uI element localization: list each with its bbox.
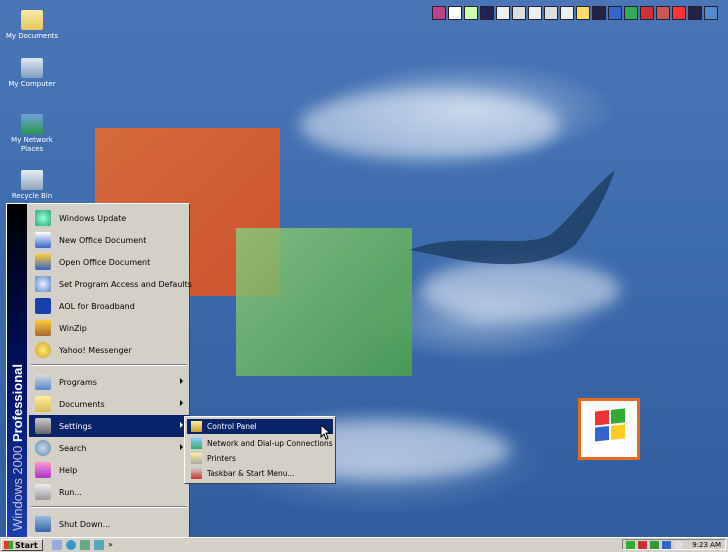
search-icon bbox=[35, 440, 51, 456]
start-button-label: Start bbox=[15, 540, 38, 550]
show-desktop-icon[interactable] bbox=[52, 540, 62, 550]
desktop-icon-my-documents[interactable]: My Documents bbox=[2, 10, 62, 41]
tray-network-icon[interactable] bbox=[626, 540, 635, 549]
toolbar-calendar-icon[interactable] bbox=[512, 6, 526, 20]
toolbar-word-icon[interactable] bbox=[496, 6, 510, 20]
quick-launch-more-button[interactable]: » bbox=[108, 540, 113, 550]
toolbar-excel-icon[interactable] bbox=[624, 6, 638, 20]
desktop-icon-recycle-bin[interactable]: Recycle Bin bbox=[2, 170, 62, 201]
internet-explorer-icon[interactable] bbox=[66, 540, 76, 550]
folder-documents-icon bbox=[21, 10, 43, 30]
shut-down-icon bbox=[35, 516, 51, 532]
desktop-icon-label: Recycle Bin bbox=[11, 192, 53, 200]
wallpaper-bird-silhouette bbox=[410, 170, 615, 265]
new-office-doc-icon bbox=[35, 232, 51, 248]
mouse-cursor-icon bbox=[320, 424, 332, 440]
menu-item-run[interactable]: Run... bbox=[29, 481, 189, 503]
submenu-arrow-icon bbox=[180, 400, 183, 406]
toolbar-outlook-icon[interactable] bbox=[672, 6, 686, 20]
windows-flag-icon bbox=[4, 541, 13, 549]
menu-item-search[interactable]: Search bbox=[29, 437, 189, 459]
menu-item-programs[interactable]: Programs bbox=[29, 371, 189, 393]
toolbar-office-icon[interactable] bbox=[432, 6, 446, 20]
toolbar-doc-icon[interactable] bbox=[448, 6, 462, 20]
recycle-bin-icon bbox=[21, 170, 43, 190]
toolbar-help-icon[interactable] bbox=[704, 6, 718, 20]
taskbar-start-menu-icon bbox=[191, 468, 202, 479]
menu-item-new-office-document[interactable]: New Office Document bbox=[29, 229, 189, 251]
toolbar-journal-icon[interactable] bbox=[560, 6, 574, 20]
desktop-icon-label: My Documents bbox=[5, 32, 59, 40]
desktop-icon-my-computer[interactable]: My Computer bbox=[2, 58, 62, 89]
banner-text-windows: Windows 2000 bbox=[10, 442, 25, 531]
menu-item-winzip[interactable]: WinZip bbox=[29, 317, 189, 339]
toolbar-note-icon[interactable] bbox=[576, 6, 590, 20]
printers-icon bbox=[191, 453, 202, 464]
menu-item-open-office-document[interactable]: Open Office Document bbox=[29, 251, 189, 273]
programs-icon bbox=[35, 374, 51, 390]
menu-item-set-program-access[interactable]: Set Program Access and Defaults bbox=[29, 273, 192, 295]
toolbar-powerpoint-icon[interactable] bbox=[640, 6, 654, 20]
menu-item-yahoo-messenger[interactable]: Yahoo! Messenger bbox=[29, 339, 189, 361]
quick-launch-bar: » bbox=[52, 540, 113, 550]
submenu-arrow-icon bbox=[180, 422, 183, 428]
system-tray: 9:23 AM bbox=[622, 539, 726, 550]
submenu-arrow-icon bbox=[180, 444, 183, 450]
desktop-icon-my-network-places[interactable]: My Network Places bbox=[2, 114, 62, 154]
desktop-icon-label: My Network Places bbox=[11, 136, 53, 153]
help-icon bbox=[35, 462, 51, 478]
network-places-icon bbox=[21, 114, 43, 134]
open-office-doc-icon bbox=[35, 254, 51, 270]
winzip-icon bbox=[35, 320, 51, 336]
submenu-item-taskbar-start-menu[interactable]: Taskbar & Start Menu... bbox=[187, 466, 333, 481]
menu-separator bbox=[31, 364, 187, 366]
tray-status-icon[interactable] bbox=[674, 540, 683, 549]
submenu-arrow-icon bbox=[180, 378, 183, 384]
toolbar-word-app-icon[interactable] bbox=[608, 6, 622, 20]
toolbar-sep3-icon[interactable] bbox=[688, 6, 702, 20]
run-icon bbox=[35, 484, 51, 500]
tray-volume-icon[interactable] bbox=[662, 540, 671, 549]
toolbar-access-icon[interactable] bbox=[656, 6, 670, 20]
program-access-icon bbox=[35, 276, 51, 292]
start-menu-banner: Windows 2000 Professional bbox=[7, 204, 27, 537]
toolbar-sep2-icon[interactable] bbox=[592, 6, 606, 20]
toolbar-open-icon[interactable] bbox=[464, 6, 478, 20]
tray-connection-icon[interactable] bbox=[650, 540, 659, 549]
banner-text-edition: Professional bbox=[10, 364, 25, 443]
menu-item-aol-for-broadband[interactable]: AOL for Broadband bbox=[29, 295, 189, 317]
settings-submenu: Control Panel Network and Dial-up Connec… bbox=[184, 416, 336, 484]
outlook-express-icon[interactable] bbox=[80, 540, 90, 550]
taskbar: Start » 9:23 AM bbox=[0, 537, 728, 552]
tray-antivirus-icon[interactable] bbox=[638, 540, 647, 549]
yahoo-messenger-icon bbox=[35, 342, 51, 358]
menu-separator bbox=[31, 506, 187, 508]
desktop-icon-label: My Computer bbox=[8, 80, 56, 88]
windows-update-icon bbox=[35, 210, 51, 226]
submenu-item-network-connections[interactable]: Network and Dial-up Connections bbox=[187, 436, 333, 451]
documents-icon bbox=[35, 396, 51, 412]
menu-item-settings[interactable]: Settings bbox=[29, 415, 189, 437]
submenu-item-printers[interactable]: Printers bbox=[187, 451, 333, 466]
start-button[interactable]: Start bbox=[1, 539, 43, 551]
menu-item-documents[interactable]: Documents bbox=[29, 393, 189, 415]
network-connections-icon bbox=[191, 438, 202, 449]
settings-icon bbox=[35, 418, 51, 434]
toolbar-sep-icon[interactable] bbox=[480, 6, 494, 20]
computer-icon bbox=[21, 58, 43, 78]
menu-item-windows-update[interactable]: Windows Update bbox=[29, 207, 189, 229]
aol-icon bbox=[35, 298, 51, 314]
toolbar-contact-icon[interactable] bbox=[544, 6, 558, 20]
windows-logo-image bbox=[578, 398, 640, 460]
wallpaper-green-panel bbox=[236, 228, 412, 376]
toolbar-task-icon[interactable] bbox=[528, 6, 542, 20]
start-menu: Windows 2000 Professional Windows Update… bbox=[6, 203, 192, 538]
menu-item-help[interactable]: Help bbox=[29, 459, 189, 481]
submenu-item-control-panel[interactable]: Control Panel bbox=[187, 419, 333, 434]
control-panel-icon bbox=[191, 421, 202, 432]
media-player-icon[interactable] bbox=[94, 540, 104, 550]
menu-item-shut-down[interactable]: Shut Down... bbox=[29, 513, 189, 535]
taskbar-clock[interactable]: 9:23 AM bbox=[692, 541, 721, 549]
office-shortcut-bar bbox=[432, 6, 718, 22]
